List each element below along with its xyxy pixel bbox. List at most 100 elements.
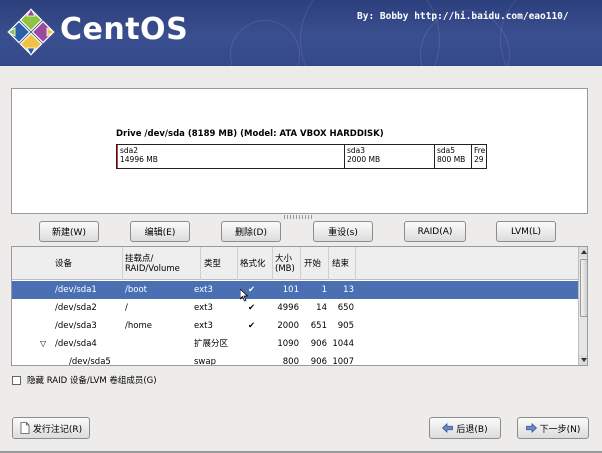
col-format-label: 格式化 bbox=[240, 258, 266, 269]
segment-sda2[interactable]: sda2 14996 MB bbox=[117, 145, 345, 168]
delete-label: 删除(D) bbox=[235, 228, 267, 238]
cell-start: 14 bbox=[316, 303, 327, 313]
next-label: 下一步(N) bbox=[539, 424, 581, 435]
cell-size: 2000 bbox=[277, 321, 299, 331]
checkbox-box[interactable] bbox=[12, 375, 21, 385]
table-row[interactable]: /dev/sda3 /home ext3 ✔ 2000 651 905 bbox=[12, 317, 578, 335]
lvm-label: LVM(L) bbox=[511, 226, 541, 237]
cell-end: 905 bbox=[337, 321, 354, 331]
cell-end: 650 bbox=[337, 303, 354, 313]
table-row[interactable]: /dev/sda5 swap 800 906 1007 bbox=[12, 353, 578, 366]
col-device-label: 设备 bbox=[55, 258, 73, 269]
lvm-button[interactable]: LVM(L) bbox=[496, 221, 556, 242]
scroll-down-arrow-icon[interactable] bbox=[579, 355, 587, 365]
document-icon bbox=[20, 422, 30, 434]
table-header: 设备 挂载点/ RAID/Volume 类型 格式化 大小 (MB) 开始 结束 bbox=[12, 247, 578, 280]
cell-type: swap bbox=[194, 357, 216, 366]
segment-size: 2000 MB bbox=[347, 155, 381, 164]
cell-size: 800 bbox=[282, 357, 299, 366]
segment-size: 800 MB bbox=[437, 155, 466, 164]
col-mount[interactable]: 挂载点/ RAID/Volume bbox=[123, 247, 201, 280]
scroll-up-arrow-icon[interactable] bbox=[579, 247, 587, 257]
check-icon: ✔ bbox=[248, 321, 256, 331]
col-format[interactable]: 格式化 bbox=[238, 247, 273, 280]
segment-name: Fre bbox=[474, 146, 486, 155]
installer-header: CentOS By: Bobby http://hi.baidu.com/eao… bbox=[0, 0, 602, 66]
col-start-label: 开始 bbox=[304, 258, 322, 269]
col-mount-label: 挂载点/ RAID/Volume bbox=[125, 253, 180, 274]
credit-text: By: Bobby http://hi.baidu.com/eao110/ bbox=[357, 11, 569, 22]
scroll-thumb[interactable] bbox=[580, 259, 587, 317]
delete-button[interactable]: 删除(D) bbox=[221, 221, 281, 242]
cell-start: 906 bbox=[310, 339, 327, 349]
cell-device: /dev/sda4 bbox=[55, 339, 97, 349]
segment-name: sda5 bbox=[437, 146, 456, 155]
segment-name: sda3 bbox=[347, 146, 366, 155]
cell-end: 1007 bbox=[332, 357, 354, 366]
cell-size: 101 bbox=[282, 285, 299, 295]
hide-raid-lvm-checkbox[interactable]: 隐藏 RAID 设备/LVM 卷组成员(G) bbox=[12, 374, 157, 386]
check-icon: ✔ bbox=[248, 303, 256, 313]
partition-table[interactable]: 设备 挂载点/ RAID/Volume 类型 格式化 大小 (MB) 开始 结束… bbox=[11, 246, 588, 366]
segment-size: 29 bbox=[474, 155, 484, 164]
cell-mount: / bbox=[125, 303, 128, 313]
cell-end: 13 bbox=[343, 285, 354, 295]
pane-resize-grip[interactable] bbox=[284, 215, 314, 219]
partition-bar: sda2 14996 MB sda3 2000 MB sda5 800 MB F… bbox=[116, 144, 487, 169]
edit-button[interactable]: 编辑(E) bbox=[130, 221, 190, 242]
segment-sda3[interactable]: sda3 2000 MB bbox=[345, 145, 435, 168]
cell-start: 651 bbox=[310, 321, 327, 331]
table-row[interactable]: /dev/sda2 / ext3 ✔ 4996 14 650 bbox=[12, 299, 578, 317]
cell-size: 1090 bbox=[277, 339, 299, 349]
next-button[interactable]: 下一步(N) bbox=[517, 417, 589, 439]
release-notes-label: 发行注记(R) bbox=[32, 424, 83, 435]
back-label: 后退(B) bbox=[456, 424, 488, 435]
col-device[interactable]: 设备 bbox=[12, 247, 123, 280]
cell-device: /dev/sda3 bbox=[55, 321, 97, 331]
cell-mount: /home bbox=[125, 321, 152, 331]
expander-triangle-icon[interactable]: ▽ bbox=[40, 335, 46, 353]
table-scrollbar[interactable] bbox=[578, 247, 587, 365]
raid-button[interactable]: RAID(A) bbox=[404, 221, 466, 242]
checkbox-label: 隐藏 RAID 设备/LVM 卷组成员(G) bbox=[27, 376, 157, 386]
cell-start: 906 bbox=[310, 357, 327, 366]
cell-device: /dev/sda2 bbox=[55, 303, 97, 313]
segment-name: sda2 bbox=[120, 146, 139, 155]
table-row[interactable]: /dev/sda1 /boot ext3 ✔ 101 1 13 bbox=[12, 281, 578, 299]
col-start[interactable]: 开始 bbox=[301, 247, 329, 280]
cell-type: ext3 bbox=[194, 285, 213, 295]
disk-layout-panel: Drive /dev/sda (8189 MB) (Model: ATA VBO… bbox=[11, 88, 588, 214]
cell-device: /dev/sda5 bbox=[69, 357, 111, 366]
reset-label: 重设(s) bbox=[328, 228, 358, 238]
cell-device: /dev/sda1 bbox=[55, 285, 97, 295]
edit-label: 编辑(E) bbox=[144, 228, 176, 238]
cell-start: 1 bbox=[321, 285, 327, 295]
cell-type: ext3 bbox=[194, 303, 213, 313]
centos-logo-icon bbox=[7, 8, 55, 56]
col-size[interactable]: 大小 (MB) bbox=[273, 247, 301, 280]
cell-end: 1044 bbox=[332, 339, 354, 349]
brand-name: CentOS bbox=[60, 12, 189, 47]
table-row[interactable]: ▽ /dev/sda4 扩展分区 1090 906 1044 bbox=[12, 335, 578, 353]
reset-button[interactable]: 重设(s) bbox=[313, 221, 373, 242]
segment-sda5[interactable]: sda5 800 MB bbox=[435, 145, 472, 168]
cell-type: 扩展分区 bbox=[194, 339, 229, 349]
new-button[interactable]: 新建(W) bbox=[39, 221, 99, 242]
release-notes-button[interactable]: 发行注记(R) bbox=[12, 417, 90, 439]
col-type[interactable]: 类型 bbox=[201, 247, 238, 280]
cell-size: 4996 bbox=[277, 303, 299, 313]
segment-free[interactable]: Fre 29 bbox=[472, 145, 486, 168]
mouse-pointer-icon bbox=[240, 289, 249, 302]
cell-mount: /boot bbox=[125, 285, 147, 295]
col-end[interactable]: 结束 bbox=[329, 247, 356, 280]
drive-title: Drive /dev/sda (8189 MB) (Model: ATA VBO… bbox=[116, 129, 384, 139]
arrow-left-icon bbox=[442, 423, 454, 433]
raid-label: RAID(A) bbox=[417, 226, 453, 237]
cell-type: ext3 bbox=[194, 321, 213, 331]
col-size-label: 大小 (MB) bbox=[275, 253, 295, 274]
col-end-label: 结束 bbox=[332, 258, 350, 269]
arrow-right-icon bbox=[525, 423, 537, 433]
check-icon: ✔ bbox=[248, 285, 256, 295]
new-label: 新建(W) bbox=[52, 228, 86, 238]
back-button[interactable]: 后退(B) bbox=[429, 417, 501, 439]
